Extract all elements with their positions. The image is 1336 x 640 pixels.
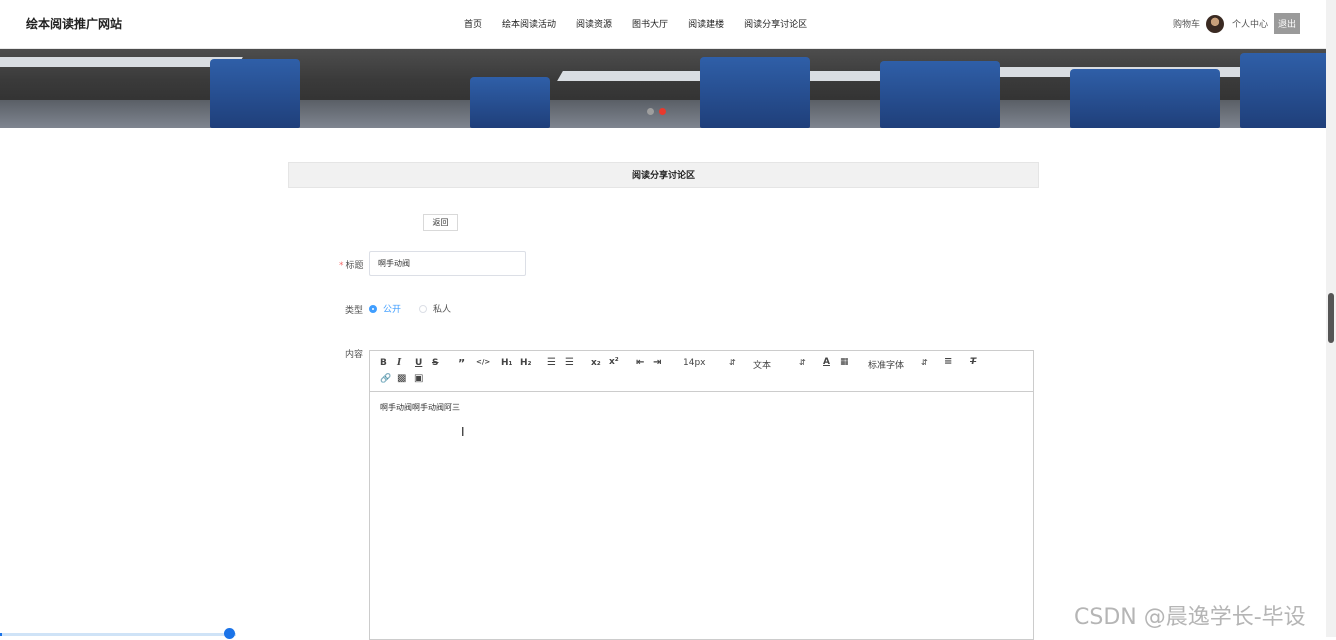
h2-icon[interactable]: H₂ bbox=[520, 358, 531, 368]
carousel-dot[interactable] bbox=[647, 108, 654, 115]
indent-increase-icon[interactable]: ⇥ bbox=[653, 357, 661, 368]
radio-private-circle[interactable] bbox=[419, 304, 428, 313]
section-title: 阅读分享讨论区 bbox=[288, 162, 1039, 188]
radio-public-label: 公开 bbox=[383, 305, 402, 315]
link-icon[interactable]: 🔗 bbox=[380, 374, 391, 384]
profile-link[interactable]: 个人中心 bbox=[1232, 17, 1268, 30]
bullet-list-icon[interactable]: ☰ bbox=[565, 357, 574, 368]
cart-link[interactable]: 购物车 bbox=[1173, 17, 1200, 30]
title-label-wrap: * 标题 bbox=[339, 258, 364, 271]
clean-format-icon[interactable]: T bbox=[970, 357, 976, 367]
carousel-dot-active[interactable] bbox=[659, 108, 666, 115]
select-arrow-icon: ⇵ bbox=[921, 358, 928, 367]
nav-item-activities[interactable]: 绘本阅读活动 bbox=[502, 17, 556, 30]
radio-private[interactable]: 私人 bbox=[419, 302, 451, 315]
strike-icon[interactable]: S bbox=[432, 358, 438, 368]
banner-chair bbox=[1070, 69, 1220, 128]
image-icon[interactable]: ▩ bbox=[397, 373, 406, 384]
subscript-icon[interactable]: x₂ bbox=[591, 358, 601, 368]
blockquote-icon[interactable]: ” bbox=[458, 357, 465, 370]
indent-decrease-icon[interactable]: ⇤ bbox=[636, 357, 644, 368]
title-label: 标题 bbox=[345, 261, 364, 271]
align-icon[interactable]: ≡ bbox=[944, 356, 952, 367]
ordered-list-icon[interactable]: ☰ bbox=[547, 357, 556, 368]
avatar[interactable] bbox=[1205, 14, 1224, 33]
nav-item-reading-build[interactable]: 阅读建楼 bbox=[688, 17, 724, 30]
nav-item-discussion[interactable]: 阅读分享讨论区 bbox=[744, 17, 807, 30]
type-radio-group: 公开 私人 bbox=[369, 302, 469, 315]
back-button[interactable]: 返回 bbox=[423, 214, 458, 231]
main-nav: 首页 绘本阅读活动 阅读资源 图书大厅 阅读建楼 阅读分享讨论区 bbox=[464, 17, 827, 30]
type-label: 类型 bbox=[345, 306, 364, 316]
banner-chair bbox=[880, 61, 1000, 128]
required-mark: * bbox=[339, 261, 344, 271]
banner-chair bbox=[210, 59, 300, 128]
nav-item-book-hall[interactable]: 图书大厅 bbox=[632, 17, 668, 30]
page-scrollbar[interactable] bbox=[1326, 0, 1336, 637]
header-select[interactable]: 文本 ⇵ bbox=[753, 358, 808, 371]
font-size-value: 14px bbox=[683, 358, 706, 368]
content-label: 内容 bbox=[345, 350, 364, 360]
banner-desk bbox=[0, 57, 243, 67]
watermark: CSDN @晨逸学长-毕设 bbox=[1074, 605, 1306, 630]
video-progress-fill bbox=[0, 633, 3, 636]
bold-icon[interactable]: B bbox=[380, 358, 387, 368]
video-progress-knob[interactable] bbox=[224, 628, 235, 639]
banner-chair bbox=[1240, 53, 1326, 128]
font-size-select[interactable]: 14px ⇵ bbox=[683, 358, 738, 368]
top-header: 绘本阅读推广网站 首页 绘本阅读活动 阅读资源 图书大厅 阅读建楼 阅读分享讨论… bbox=[0, 0, 1326, 49]
font-family-select[interactable]: 标准字体 ⇵ bbox=[868, 358, 930, 371]
banner-chair bbox=[700, 57, 810, 128]
site-title[interactable]: 绘本阅读推广网站 bbox=[26, 15, 122, 32]
underline-icon[interactable]: U bbox=[415, 358, 422, 368]
code-block-icon[interactable]: </> bbox=[476, 358, 490, 366]
font-family-value: 标准字体 bbox=[868, 361, 905, 371]
header-user-area: 购物车 个人中心 退出 bbox=[1173, 13, 1300, 34]
header-select-value: 文本 bbox=[753, 361, 772, 371]
select-arrow-icon: ⇵ bbox=[799, 358, 806, 367]
editor-toolbar: B I U S ” </> H₁ H₂ ☰ ☰ x₂ x² ⇤ ⇥ 14px ⇵… bbox=[370, 351, 1033, 392]
text-cursor-icon: I bbox=[461, 425, 465, 439]
editor-text: 啊手动阀啊手动阀阿三 bbox=[380, 403, 460, 412]
title-input[interactable] bbox=[369, 251, 526, 276]
nav-item-home[interactable]: 首页 bbox=[464, 17, 482, 30]
video-icon[interactable]: ▣ bbox=[414, 373, 423, 384]
h1-icon[interactable]: H₁ bbox=[501, 358, 512, 368]
nav-item-resources[interactable]: 阅读资源 bbox=[576, 17, 612, 30]
font-color-icon[interactable]: A bbox=[823, 357, 830, 367]
radio-public-circle[interactable] bbox=[369, 304, 377, 313]
select-arrow-icon: ⇵ bbox=[729, 358, 736, 367]
superscript-icon[interactable]: x² bbox=[609, 357, 619, 367]
rich-text-editor: B I U S ” </> H₁ H₂ ☰ ☰ x₂ x² ⇤ ⇥ 14px ⇵… bbox=[369, 350, 1034, 640]
italic-icon[interactable]: I bbox=[397, 358, 401, 368]
background-color-icon[interactable]: ▦ bbox=[840, 357, 849, 367]
radio-private-label: 私人 bbox=[433, 305, 452, 315]
carousel-indicators bbox=[647, 108, 671, 115]
banner-carousel[interactable] bbox=[0, 49, 1326, 128]
banner-chair bbox=[470, 77, 550, 128]
editor-content[interactable]: 啊手动阀啊手动阀阿三 bbox=[370, 392, 1033, 423]
scrollbar-thumb[interactable] bbox=[1328, 293, 1334, 343]
video-progress-track[interactable] bbox=[0, 633, 236, 636]
radio-public[interactable]: 公开 bbox=[369, 302, 401, 315]
logout-button[interactable]: 退出 bbox=[1273, 13, 1300, 34]
